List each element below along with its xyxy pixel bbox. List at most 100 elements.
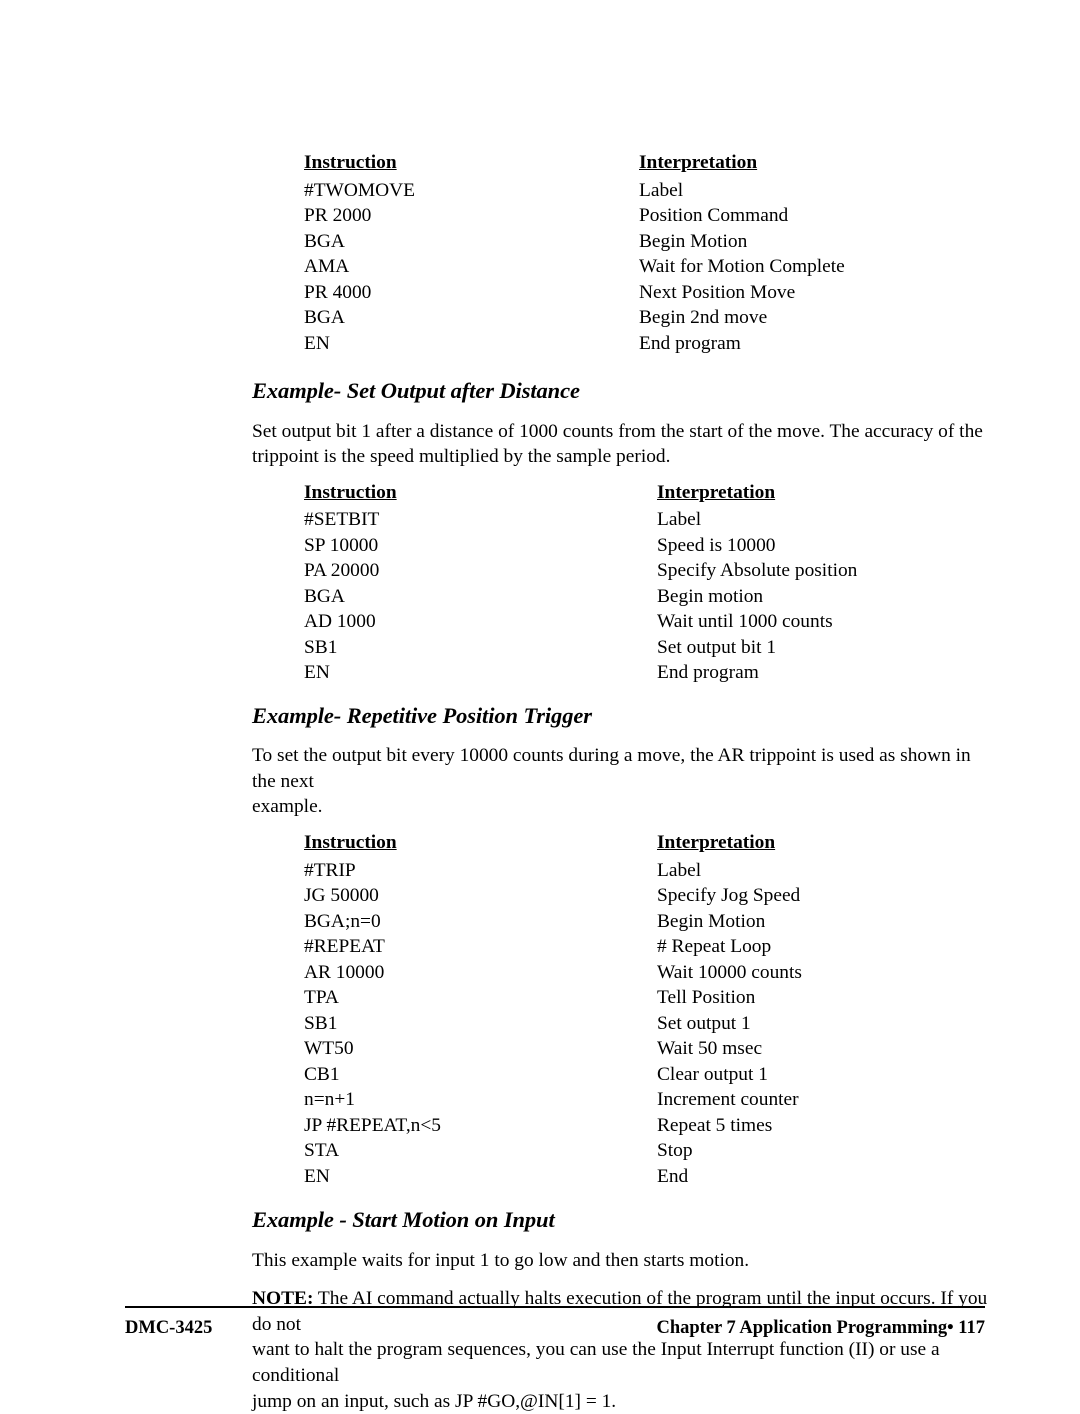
interpretation-cell: Increment counter [657, 1089, 799, 1111]
interpretation-cell: Label [639, 179, 684, 201]
paragraph-repetitive-position-trigger: To set the output bit every 10000 counts… [252, 743, 997, 820]
instruction-cell: PR 4000 [304, 281, 372, 303]
paragraph-line: example. [252, 796, 323, 818]
table-row: CB1 Clear output 1 [252, 1062, 1067, 1088]
paragraph-line: Set output bit 1 after a distance of 100… [252, 420, 983, 442]
table-row: #TRIP Label [252, 858, 1067, 884]
table-row: PR 4000 Next Position Move [252, 280, 1049, 306]
instruction-cell: BGA;n=0 [304, 910, 381, 932]
table-row: SB1 Set output 1 [252, 1011, 1067, 1037]
table-row: SB1 Set output bit 1 [252, 635, 1067, 661]
instruction-cell: BGA [304, 230, 345, 252]
column-header-interpretation: Interpretation [657, 481, 776, 503]
interpretation-cell: Clear output 1 [657, 1063, 768, 1085]
interpretation-cell: Wait until 1000 counts [657, 611, 833, 633]
instruction-cell: AD 1000 [304, 611, 376, 633]
interpretation-cell: Repeat 5 times [657, 1114, 773, 1136]
interpretation-cell: Speed is 10000 [657, 534, 776, 556]
table-row: JG 50000 Specify Jog Speed [252, 883, 1067, 909]
table-row: BGA;n=0 Begin Motion [252, 909, 1067, 935]
table-row: EN End [252, 1164, 1067, 1190]
footer-divider [125, 1306, 985, 1308]
table-row: #REPEAT # Repeat Loop [252, 934, 1067, 960]
table-row: EN End program [252, 331, 1049, 357]
note-line: jump on an input, such as JP #GO,@IN[1] … [252, 1390, 617, 1412]
table-row: AR 10000 Wait 10000 counts [252, 960, 1067, 986]
table-row: PR 2000 Position Command [252, 203, 1049, 229]
table-row: AD 1000 Wait until 1000 counts [252, 609, 1067, 635]
instruction-cell: CB1 [304, 1063, 340, 1085]
paragraph-set-output-after-distance: Set output bit 1 after a distance of 100… [252, 419, 997, 470]
section-heading-repetitive-position-trigger: Example- Repetitive Position Trigger [252, 702, 592, 728]
footer-product-name: DMC-3425 [125, 1318, 213, 1338]
instruction-cell: EN [304, 332, 330, 354]
instruction-cell: #TWOMOVE [304, 179, 415, 201]
instruction-cell: SB1 [304, 1012, 338, 1034]
table-row: #TWOMOVE Label [252, 178, 1049, 204]
table-row: n=n+1 Increment counter [252, 1087, 1067, 1113]
table-row: WT50 Wait 50 msec [252, 1036, 1067, 1062]
section-heading-start-motion-on-input: Example - Start Motion on Input [252, 1207, 555, 1233]
table-row: TPA Tell Position [252, 985, 1067, 1011]
section-heading-set-output-after-distance: Example- Set Output after Distance [252, 378, 580, 403]
table-row: SP 10000 Speed is 10000 [252, 533, 1067, 559]
interpretation-cell: # Repeat Loop [657, 936, 772, 958]
instruction-cell: SB1 [304, 636, 338, 658]
interpretation-cell: Begin motion [657, 585, 764, 607]
instruction-cell: PR 2000 [304, 205, 372, 226]
interpretation-cell: Stop [657, 1140, 693, 1162]
table-row: BGA Begin motion [252, 584, 1067, 610]
interpretation-cell: Set output bit 1 [657, 636, 777, 658]
interpretation-cell: Label [657, 859, 702, 881]
interpretation-cell: Position Command [639, 205, 789, 226]
table-row: BGA Begin Motion [252, 229, 1049, 255]
footer-row: DMC-3425 Chapter 7 Application Programmi… [125, 1318, 985, 1339]
note-line: want to halt the program sequences, you … [252, 1339, 940, 1386]
interpretation-cell: End program [639, 332, 741, 354]
table-row: AMA Wait for Motion Complete [252, 254, 1049, 280]
instruction-cell: BGA [304, 585, 345, 607]
footer-chapter-and-page: Chapter 7 Application Programming• 117 [656, 1318, 985, 1338]
interpretation-cell: Label [657, 509, 702, 531]
column-header-instruction: Instruction [304, 481, 397, 503]
instruction-table-trip: Instruction Interpretation #TRIP Label J… [252, 830, 1067, 1189]
column-header-interpretation: Interpretation [657, 832, 776, 854]
interpretation-cell: Wait 10000 counts [657, 961, 802, 983]
table-row: #SETBIT Label [252, 507, 1067, 533]
interpretation-cell: Specify Jog Speed [657, 885, 801, 907]
interpretation-cell: Wait 50 msec [657, 1038, 763, 1060]
document-page: Instruction Interpretation #TWOMOVE Labe… [0, 0, 1080, 1412]
paragraph-start-motion-on-input: This example waits for input 1 to go low… [252, 1249, 750, 1271]
interpretation-cell: Begin 2nd move [639, 307, 768, 328]
instruction-cell: JG 50000 [304, 885, 379, 907]
table-row: BGA Begin 2nd move [252, 305, 1049, 331]
column-header-interpretation: Interpretation [639, 152, 758, 173]
table-row: PA 20000 Specify Absolute position [252, 558, 1067, 584]
instruction-table-twomove: Instruction Interpretation #TWOMOVE Labe… [252, 150, 1049, 356]
instruction-cell: AMA [304, 256, 350, 277]
interpretation-cell: Set output 1 [657, 1012, 751, 1034]
paragraph-line: To set the output bit every 10000 counts… [252, 745, 971, 792]
instruction-cell: JP #REPEAT,n<5 [304, 1114, 441, 1136]
table-row: EN End program [252, 660, 1067, 686]
instruction-cell: PA 20000 [304, 560, 380, 582]
table-header-row: Instruction Interpretation [252, 150, 1049, 178]
page-content: Instruction Interpretation #TWOMOVE Labe… [252, 150, 997, 1414]
interpretation-cell: Begin Motion [639, 230, 748, 252]
instruction-cell: STA [304, 1140, 340, 1162]
table-header-row: Instruction Interpretation [252, 830, 1067, 858]
instruction-cell: EN [304, 662, 330, 684]
instruction-cell: WT50 [304, 1038, 354, 1060]
table-header-row: Instruction Interpretation [252, 480, 1067, 508]
instruction-cell: n=n+1 [304, 1089, 355, 1111]
interpretation-cell: End [657, 1165, 689, 1187]
instruction-table-setbit: Instruction Interpretation #SETBIT Label… [252, 480, 1067, 686]
instruction-cell: #REPEAT [304, 936, 385, 958]
instruction-cell: TPA [304, 987, 339, 1009]
instruction-cell: AR 10000 [304, 961, 385, 983]
interpretation-cell: Begin Motion [657, 910, 766, 932]
paragraph-line: trippoint is the speed multiplied by the… [252, 446, 671, 468]
table-row: STA Stop [252, 1138, 1067, 1164]
instruction-cell: SP 10000 [304, 534, 379, 556]
interpretation-cell: Wait for Motion Complete [639, 256, 845, 277]
